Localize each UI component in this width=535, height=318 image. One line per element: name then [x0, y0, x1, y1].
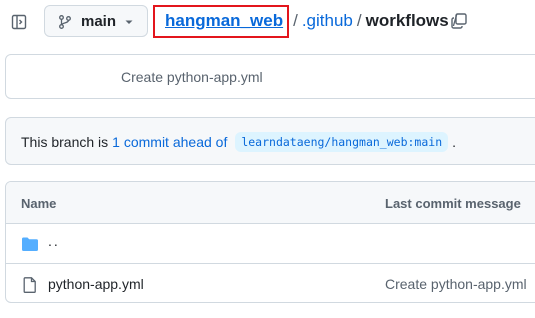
breadcrumb-separator: /	[356, 11, 362, 30]
breadcrumb-github-link[interactable]: .github	[302, 11, 353, 31]
branch-ahead-suffix: .	[452, 134, 457, 150]
column-header-name: Name	[21, 196, 57, 211]
file-table-header: Name Last commit message	[6, 182, 535, 224]
file-table: Name Last commit message .. python-app.y…	[5, 181, 535, 303]
branch-ahead-banner: This branch is 1 commit ahead of learnda…	[5, 117, 535, 165]
file-last-commit-message[interactable]: Create python-app.yml	[385, 276, 527, 292]
topbar: main hangman_web / .github / workflows /	[0, 0, 535, 44]
table-row[interactable]: python-app.yml Create python-app.yml	[6, 265, 535, 302]
triangle-down-icon	[123, 15, 135, 27]
latest-commit-message[interactable]: Create python-app.yml	[121, 69, 263, 85]
commits-ahead-link[interactable]: 1 commit ahead of	[112, 134, 227, 150]
git-branch-icon	[57, 14, 73, 30]
breadcrumb-separator: /	[293, 11, 298, 30]
breadcrumb-repo-link[interactable]: hangman_web	[153, 4, 290, 38]
parent-directory-link[interactable]: ..	[48, 233, 60, 249]
table-row[interactable]: ..	[6, 224, 535, 264]
branch-ahead-prefix: This branch is	[21, 134, 109, 150]
branch-ahead-text: This branch is 1 commit ahead of learnda…	[21, 132, 456, 152]
file-icon	[21, 277, 39, 293]
folder-icon	[21, 236, 39, 252]
column-header-last-commit: Last commit message	[385, 196, 521, 211]
branch-name: main	[81, 13, 117, 30]
upstream-ref-label[interactable]: learndataeng/hangman_web:main	[235, 132, 449, 152]
latest-commit-box: Create python-app.yml	[5, 54, 535, 99]
breadcrumb-current-folder: workflows	[365, 11, 449, 30]
sidebar-expand-icon[interactable]	[9, 12, 29, 32]
file-name-link[interactable]: python-app.yml	[48, 276, 144, 292]
branch-selector-button[interactable]: main	[44, 5, 148, 37]
copy-icon[interactable]	[450, 12, 468, 30]
breadcrumb: hangman_web / .github / workflows /	[153, 4, 461, 38]
